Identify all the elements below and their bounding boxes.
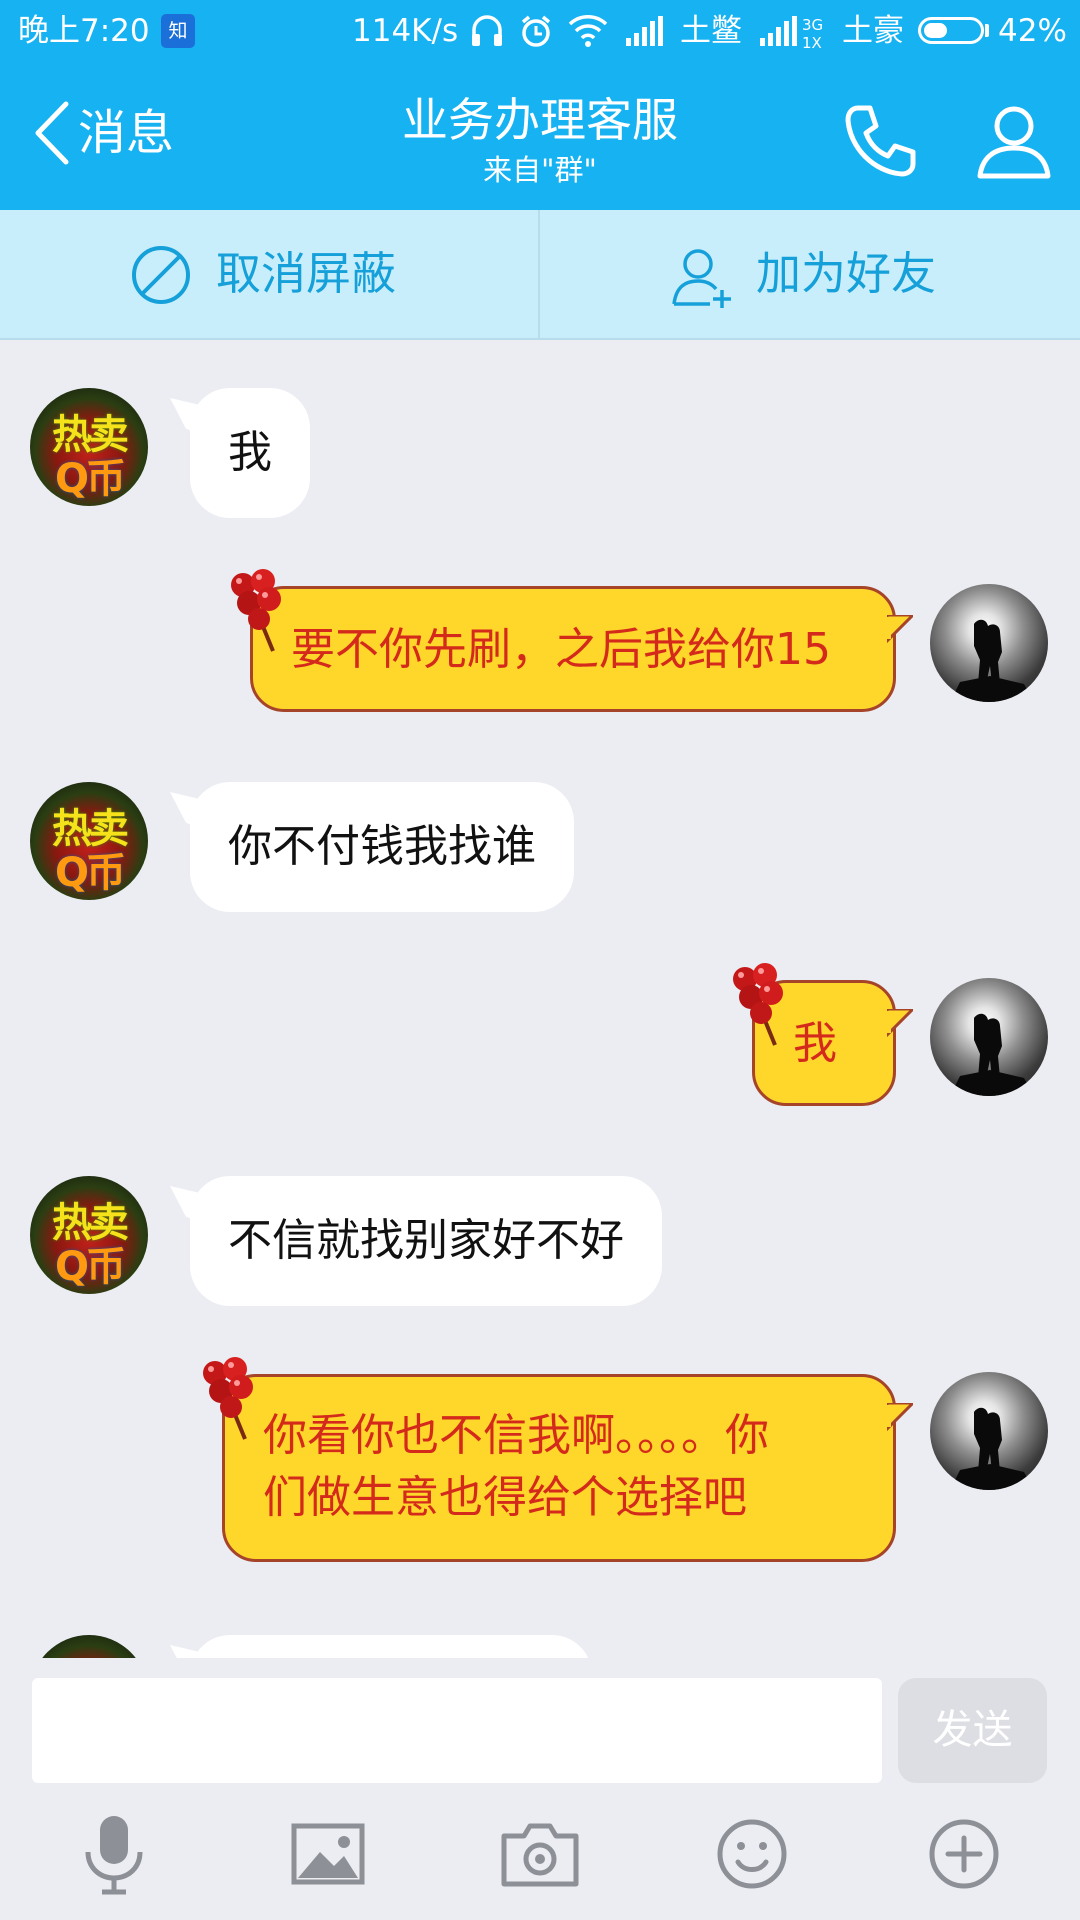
- contact-avatar[interactable]: 热卖 Q币: [30, 782, 148, 900]
- more-button[interactable]: [916, 1806, 1012, 1902]
- back-label: 消息: [78, 105, 175, 161]
- contact-avatar[interactable]: 热卖 Q币: [30, 1176, 148, 1294]
- status-bar: 晚上7:20 知 114K/s 土鳖 3G 1X 土豪 42%: [0, 0, 1080, 62]
- unblock-button[interactable]: 取消屏蔽: [0, 210, 538, 338]
- gallery-button[interactable]: [280, 1806, 376, 1902]
- message-text: 要不你先刷，之后我给你15: [291, 624, 831, 675]
- network-speed: 114K/s: [352, 13, 459, 49]
- plus-icon: [929, 1819, 999, 1889]
- call-button[interactable]: [838, 98, 922, 182]
- bubble-tail: [887, 1403, 913, 1431]
- my-avatar[interactable]: [930, 978, 1048, 1096]
- bubble-tail: [887, 615, 913, 643]
- message-bubble-sent[interactable]: 我: [733, 963, 913, 1106]
- add-friend-label: 加为好友: [756, 247, 937, 300]
- page-title: 业务办理客服: [402, 93, 678, 147]
- candy-decoration-icon: [203, 1357, 253, 1440]
- carrier-1: 土鳖: [680, 13, 742, 49]
- avatar-text-top: 热卖: [30, 1649, 148, 1658]
- my-avatar[interactable]: [930, 584, 1048, 702]
- input-toolbar: [0, 1788, 1080, 1920]
- contact-avatar[interactable]: 热卖 Q币: [30, 388, 148, 506]
- message-bubble-received[interactable]: [190, 1635, 592, 1658]
- microphone-icon: [85, 1816, 143, 1895]
- signal-3g-icon: [758, 0, 798, 62]
- back-button[interactable]: 消息: [20, 88, 190, 178]
- message-bubble-sent[interactable]: 要不你先刷，之后我给你15: [231, 569, 913, 712]
- chevron-left-icon: [35, 101, 69, 165]
- voice-button[interactable]: [66, 1806, 162, 1902]
- unblock-label: 取消屏蔽: [216, 247, 397, 300]
- message-bubble-sent[interactable]: 你看你也不信我啊。。。。你 们做生意也得给个选择吧: [203, 1357, 913, 1562]
- carrier-2: 土豪: [842, 13, 904, 49]
- headset-icon: [470, 0, 504, 62]
- profile-button[interactable]: [972, 98, 1056, 182]
- couple-silhouette-icon: [950, 1407, 1034, 1490]
- camera-icon: [501, 1823, 579, 1887]
- add-friend-icon: [672, 249, 731, 308]
- message-bubble-received[interactable]: 不信就找别家好不好: [190, 1176, 662, 1306]
- signal-icon: [624, 0, 664, 62]
- contact-avatar[interactable]: 热卖 Q币: [30, 1635, 148, 1658]
- block-icon: [132, 246, 190, 304]
- bubble-tail: [887, 1009, 913, 1037]
- alarm-icon: [518, 0, 554, 62]
- avatar-text-bottom: Q币: [54, 850, 126, 896]
- page-subtitle: 来自"群": [483, 153, 597, 187]
- image-icon: [291, 1823, 365, 1885]
- chat-screen: 晚上7:20 知 114K/s 土鳖 3G 1X 土豪 42% 消息 业务办理客…: [0, 0, 1080, 1920]
- add-friend-button[interactable]: 加为好友: [540, 210, 1078, 338]
- avatar-text-bottom: Q币: [54, 456, 126, 502]
- wifi-icon: [568, 0, 608, 62]
- person-icon: [977, 106, 1051, 179]
- emoji-button[interactable]: [704, 1806, 800, 1902]
- message-text: 你看你也不信我啊。。。。你 们做生意也得给个选择吧: [263, 1410, 769, 1523]
- battery-level: [924, 23, 947, 38]
- message-bubble-received[interactable]: 我: [190, 388, 310, 518]
- camera-button[interactable]: [492, 1806, 588, 1902]
- candy-decoration-icon: [733, 963, 783, 1046]
- message-list[interactable]: 热卖 Q币 我 要不你先刷，之后我给你15 热卖 Q币 你不付钱我找谁 我 热卖…: [0, 340, 1080, 1658]
- couple-silhouette-icon: [950, 619, 1034, 702]
- battery-percent: 42%: [998, 13, 1067, 49]
- network-type: 3G 1X: [802, 16, 824, 52]
- phone-icon: [845, 105, 916, 177]
- composer-bar: 发送: [0, 1658, 1080, 1788]
- emoji-icon: [717, 1819, 787, 1889]
- battery-icon: [918, 17, 984, 44]
- candy-decoration-icon: [231, 569, 281, 652]
- status-time: 晚上7:20: [18, 13, 150, 49]
- title-bar: 消息 业务办理客服 来自"群": [0, 62, 1080, 210]
- battery-cap: [985, 24, 989, 37]
- send-button[interactable]: 发送: [898, 1678, 1047, 1783]
- my-avatar[interactable]: [930, 1372, 1048, 1490]
- message-input[interactable]: [32, 1678, 882, 1783]
- message-text: 我: [793, 1018, 837, 1069]
- app-notification-icon: 知: [161, 14, 195, 48]
- avatar-text-bottom: Q币: [54, 1244, 126, 1290]
- stranger-action-bar: 取消屏蔽 加为好友: [0, 210, 1080, 340]
- couple-silhouette-icon: [950, 1013, 1034, 1096]
- message-bubble-received[interactable]: 你不付钱我找谁: [190, 782, 574, 912]
